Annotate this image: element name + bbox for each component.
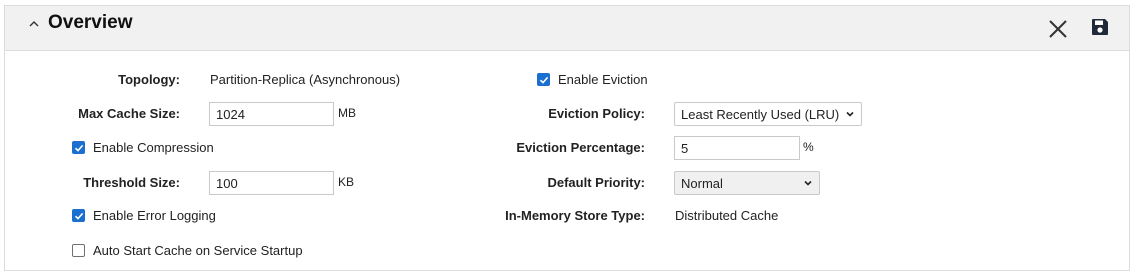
enable-eviction-label: Enable Eviction xyxy=(558,72,648,87)
auto-start-cache-label: Auto Start Cache on Service Startup xyxy=(93,243,303,258)
chevron-down-icon xyxy=(846,111,854,117)
default-priority-label: Default Priority: xyxy=(547,175,645,190)
eviction-percentage-unit: % xyxy=(803,140,814,154)
eviction-percentage-label: Eviction Percentage: xyxy=(516,140,645,155)
save-icon[interactable] xyxy=(1090,17,1110,37)
checkbox-checked-icon xyxy=(72,141,85,154)
auto-start-cache-checkbox[interactable]: Auto Start Cache on Service Startup xyxy=(72,243,303,258)
default-priority-value: Normal xyxy=(681,175,723,191)
threshold-size-unit: KB xyxy=(338,175,355,189)
checkbox-checked-icon xyxy=(72,209,85,222)
eviction-policy-value: Least Recently Used (LRU) xyxy=(681,106,840,122)
threshold-size-input[interactable] xyxy=(209,171,334,195)
enable-error-logging-checkbox[interactable]: Enable Error Logging xyxy=(72,208,216,223)
max-cache-size-unit: MB xyxy=(338,106,356,120)
chevron-down-icon xyxy=(804,180,812,186)
eviction-policy-label: Eviction Policy: xyxy=(548,106,645,121)
chevron-up-icon[interactable] xyxy=(27,17,41,31)
overview-panel: Overview Topology: Partition-Replica (As… xyxy=(4,5,1130,271)
in-memory-store-type-label: In-Memory Store Type: xyxy=(505,208,645,223)
threshold-size-label: Threshold Size: xyxy=(83,175,180,190)
in-memory-store-type-value: Distributed Cache xyxy=(675,208,779,223)
topology-label: Topology: xyxy=(118,72,180,87)
max-cache-size-input[interactable] xyxy=(209,102,334,126)
panel-title: Overview xyxy=(48,12,133,33)
enable-compression-label: Enable Compression xyxy=(93,140,214,155)
eviction-policy-select[interactable]: Least Recently Used (LRU) xyxy=(674,102,862,126)
max-cache-size-label: Max Cache Size: xyxy=(78,106,180,121)
checkbox-checked-icon xyxy=(537,73,550,86)
eviction-percentage-input[interactable] xyxy=(674,136,800,160)
enable-error-logging-label: Enable Error Logging xyxy=(93,208,216,223)
enable-compression-checkbox[interactable]: Enable Compression xyxy=(72,140,214,155)
checkbox-unchecked-icon xyxy=(72,244,85,257)
enable-eviction-checkbox[interactable]: Enable Eviction xyxy=(537,72,648,87)
panel-header: Overview xyxy=(5,6,1129,51)
default-priority-select[interactable]: Normal xyxy=(674,171,820,195)
close-icon[interactable] xyxy=(1047,18,1069,40)
topology-value: Partition-Replica (Asynchronous) xyxy=(210,72,401,87)
